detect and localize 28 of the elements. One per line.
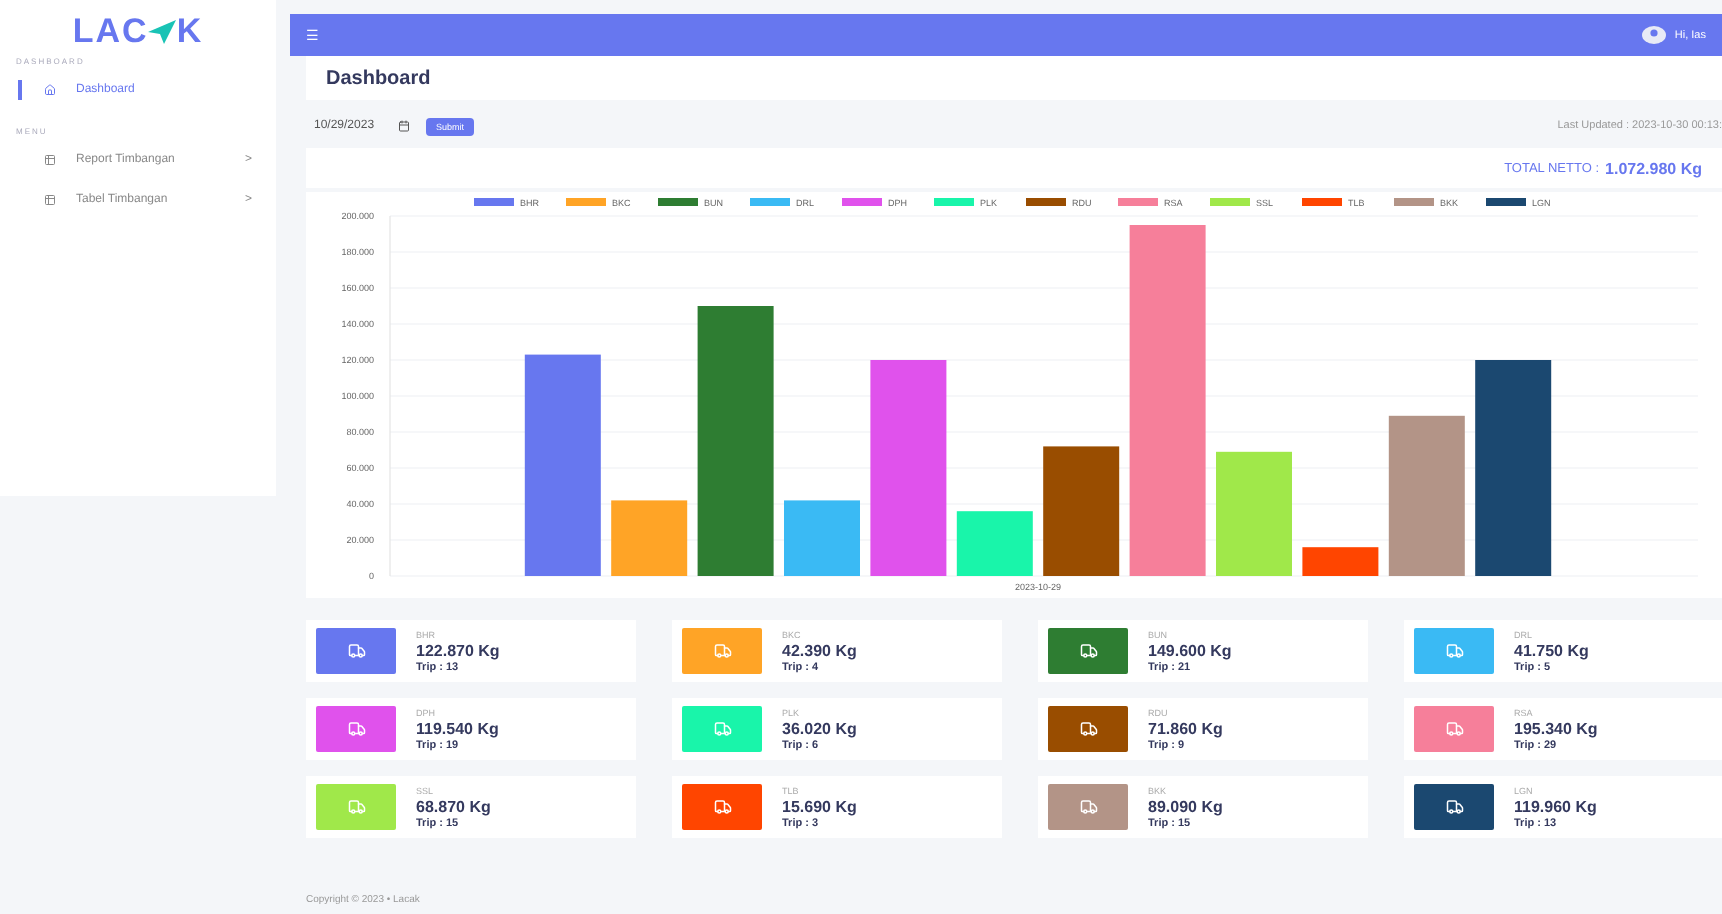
avatar-icon[interactable]	[1642, 26, 1667, 44]
table-icon	[44, 194, 56, 206]
stat-weight: 68.870 Kg	[416, 797, 491, 815]
table-icon	[44, 154, 56, 166]
total-value: 1.072.980 Kg	[1605, 159, 1702, 177]
stat-weight: 149.600 Kg	[1148, 641, 1232, 659]
stat-weight: 36.020 Kg	[782, 719, 857, 737]
stat-weight: 89.090 Kg	[1148, 797, 1223, 815]
bar	[956, 511, 1033, 576]
bar	[1216, 451, 1292, 576]
bar	[784, 500, 860, 576]
bar	[1043, 446, 1120, 576]
stat-weight: 122.870 Kg	[416, 641, 500, 659]
stat-weight: 119.960 Kg	[1514, 797, 1597, 815]
home-icon	[44, 84, 56, 96]
stat-weight: 42.390 Kg	[782, 641, 857, 659]
stat-weight: 41.750 Kg	[1514, 641, 1589, 659]
bar	[611, 500, 688, 576]
plane-icon	[148, 20, 177, 44]
stat-weight: 15.690 Kg	[782, 797, 857, 815]
logo-text: K	[176, 12, 204, 52]
stat-weight: 195.340 Kg	[1514, 719, 1598, 737]
logo-text: LAC	[72, 12, 149, 52]
calendar-icon	[398, 120, 411, 132]
page-header: Dashboard	[306, 56, 1722, 100]
bar	[1302, 547, 1379, 576]
stat-weight: 71.860 Kg	[1148, 719, 1223, 737]
stat-weight: 119.540 Kg	[416, 719, 499, 737]
